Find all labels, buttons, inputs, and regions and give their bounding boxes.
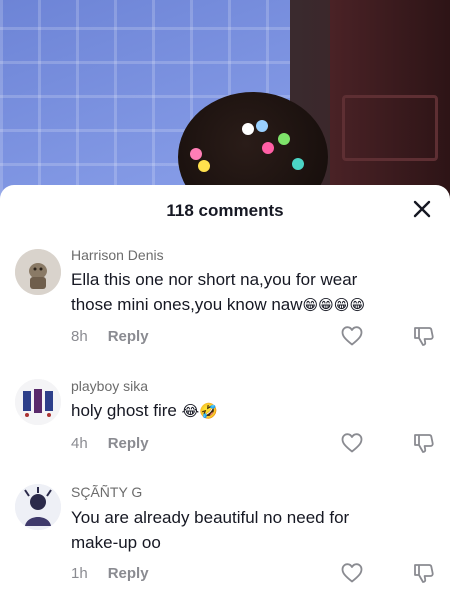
hair-bead: [292, 158, 304, 170]
comment-text: You are already beautiful no need for ma…: [71, 505, 441, 555]
comment-time: 8h: [71, 328, 88, 345]
comment-username[interactable]: playboy sika: [71, 378, 148, 394]
reply-button[interactable]: Reply: [108, 435, 149, 452]
avatar[interactable]: [15, 249, 61, 295]
emoji-group: 😂🤣: [181, 402, 218, 420]
heart-icon: [341, 326, 363, 346]
comment-text-line: make-up oo: [71, 533, 161, 552]
like-button[interactable]: [340, 561, 366, 587]
dislike-button[interactable]: [412, 324, 438, 350]
hair-bead: [190, 148, 202, 160]
comment-meta: 8h Reply: [71, 328, 149, 345]
avatar-image: [15, 484, 61, 530]
like-button[interactable]: [340, 431, 366, 457]
reply-button[interactable]: Reply: [108, 565, 149, 582]
comment-text-line: holy ghost fire 😂🤣: [71, 401, 218, 420]
comment-text-line: Ella this one nor short na,you for wear: [71, 270, 358, 289]
comments-sheet: 118 comments Harrison Denis Ella this on…: [0, 185, 450, 606]
comments-count-title: 118 comments: [166, 201, 284, 220]
avatar-image: [15, 249, 61, 295]
hair-bead: [198, 160, 210, 172]
hair-bead: [278, 133, 290, 145]
reply-button[interactable]: Reply: [108, 328, 149, 345]
avatar[interactable]: [15, 379, 61, 425]
comment-text: holy ghost fire 😂🤣: [71, 398, 441, 424]
video-preview[interactable]: [0, 0, 450, 200]
hair-bead: [242, 123, 254, 135]
thumbs-down-icon: [414, 434, 434, 453]
heart-icon: [341, 433, 363, 453]
thumbs-down-icon: [414, 564, 434, 583]
like-button[interactable]: [340, 324, 366, 350]
comment-text-line: those mini ones,you know naw😁😁😁😁: [71, 295, 366, 314]
dislike-button[interactable]: [412, 561, 438, 587]
thumbs-down-icon: [414, 327, 434, 346]
heart-icon: [341, 563, 363, 583]
hair-bead: [262, 142, 274, 154]
avatar-image: [15, 379, 61, 425]
avatar[interactable]: [15, 484, 61, 530]
comment-time: 1h: [71, 565, 88, 582]
close-button[interactable]: [408, 195, 436, 223]
comment-text: Ella this one nor short na,you for wear …: [71, 267, 441, 318]
comment-meta: 1h Reply: [71, 565, 149, 582]
comment-time: 4h: [71, 435, 88, 452]
comment-text-line: You are already beautiful no need for: [71, 508, 350, 527]
close-icon: [413, 200, 431, 218]
emoji-group: 😁😁😁😁: [302, 296, 366, 314]
comment-username[interactable]: Harrison Denis: [71, 247, 164, 263]
door: [330, 0, 450, 200]
comment-username[interactable]: SÇÃÑTY G: [71, 484, 142, 500]
dislike-button[interactable]: [412, 431, 438, 457]
hair-bead: [256, 120, 268, 132]
comment-meta: 4h Reply: [71, 435, 149, 452]
